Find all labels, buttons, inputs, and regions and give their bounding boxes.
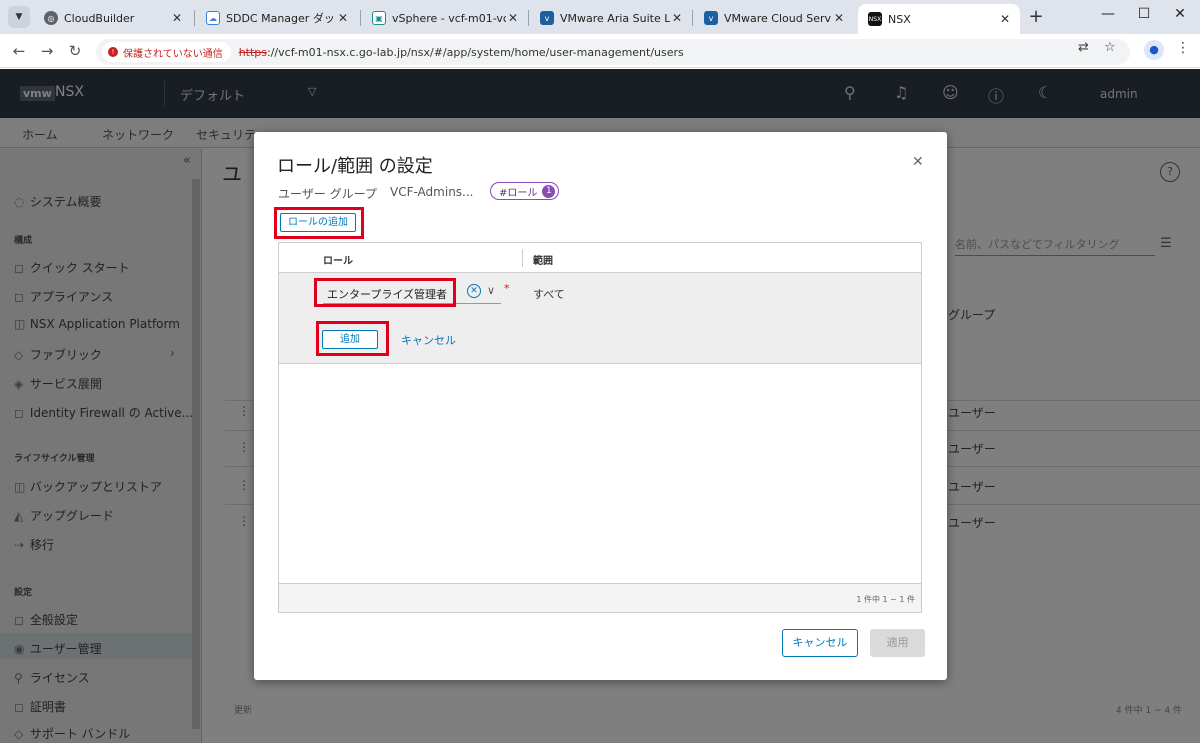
- warning-icon: !: [108, 47, 118, 57]
- window-close-icon[interactable]: ✕: [1170, 6, 1190, 22]
- bookmark-star-icon[interactable]: ☆: [1104, 40, 1116, 55]
- tab-cloudbuilder[interactable]: ◎ CloudBuilder ✕: [34, 4, 192, 32]
- row-cancel-button[interactable]: キャンセル: [401, 332, 456, 348]
- tab-title: NSX: [888, 12, 911, 26]
- tab-title: SDDC Manager ダッシュボード: [226, 12, 336, 25]
- column-divider: [522, 249, 523, 267]
- row-add-button[interactable]: 追加: [322, 330, 378, 349]
- role-select-value: エンタープライズ管理者: [327, 288, 448, 301]
- back-icon[interactable]: ←: [10, 42, 28, 60]
- browser-tabstrip: ▼ ◎ CloudBuilder ✕ ☁ SDDC Manager ダッシュボー…: [0, 0, 1200, 34]
- column-header-role: ロール: [323, 256, 353, 267]
- clear-icon[interactable]: ✕: [467, 284, 481, 298]
- role-select[interactable]: エンタープライズ管理者 ✕ ∨: [323, 282, 501, 304]
- role-scope-dialog: ロール/範囲 の設定 ✕ ユーザー グループ VCF-Admins... #ロー…: [254, 132, 947, 680]
- column-header-scope: 範囲: [533, 256, 553, 267]
- translate-icon[interactable]: ⇄: [1078, 40, 1089, 55]
- security-label: 保護されていない通信: [123, 48, 223, 60]
- scope-value: すべて: [533, 288, 565, 301]
- role-count-badge: #ロール 1: [490, 182, 560, 200]
- tab-title: vSphere - vcf-m01-vc-01.: [392, 11, 506, 25]
- tab-divider: [692, 10, 693, 26]
- apply-button[interactable]: 適用: [870, 629, 925, 657]
- url-field[interactable]: ! 保護されていない通信 https ://vcf-m01-nsx.c.go-l…: [96, 39, 1130, 65]
- cloud-icon: ☁: [206, 11, 220, 25]
- address-bar: ← → ↻ ! 保護されていない通信 https ://vcf-m01-nsx.…: [0, 34, 1200, 68]
- globe-icon: ◎: [44, 11, 58, 25]
- security-chip[interactable]: ! 保護されていない通信: [102, 42, 231, 62]
- tab-divider: [360, 10, 361, 26]
- tab-title: VMware Aria Suite Lifecycle: [560, 11, 670, 25]
- cancel-button[interactable]: キャンセル: [782, 629, 858, 657]
- vmw-icon: v: [540, 11, 554, 25]
- new-tab-icon[interactable]: +: [1026, 6, 1046, 27]
- role-badge-count: 1: [542, 184, 556, 198]
- tab-title: CloudBuilder: [64, 11, 135, 25]
- url-scheme: https: [238, 45, 268, 59]
- close-icon[interactable]: ✕: [336, 11, 350, 25]
- tab-aria-suite[interactable]: v VMware Aria Suite Lifecycle ✕: [530, 4, 692, 32]
- tab-sddc-manager[interactable]: ☁ SDDC Manager ダッシュボード ✕: [196, 4, 358, 32]
- required-indicator: *: [504, 282, 510, 295]
- close-icon[interactable]: ✕: [170, 11, 184, 25]
- minimize-icon[interactable]: —: [1098, 6, 1118, 22]
- tab-vsphere[interactable]: ▣ vSphere - vcf-m01-vc-01. ✕: [362, 4, 528, 32]
- reload-icon[interactable]: ↻: [66, 42, 84, 60]
- vsphere-icon: ▣: [372, 11, 386, 25]
- maximize-icon[interactable]: ☐: [1134, 6, 1154, 22]
- close-icon[interactable]: ✕: [832, 11, 846, 25]
- grid-header: ロール 範囲: [279, 243, 921, 273]
- nsx-icon: NSX: [868, 12, 882, 26]
- user-group-value: VCF-Admins...: [390, 185, 474, 199]
- dialog-title: ロール/範囲 の設定: [277, 156, 433, 177]
- forward-icon[interactable]: →: [38, 42, 56, 60]
- close-icon[interactable]: ✕: [670, 11, 684, 25]
- grid-footer: 1 件中 1 ~ 1 件: [279, 583, 921, 612]
- role-grid: ロール 範囲 エンタープライズ管理者 ✕ ∨ * すべて 追加 キャンセル 1 …: [278, 242, 922, 613]
- browser-menu-icon[interactable]: ⋮: [1176, 40, 1190, 56]
- tab-vmware-cloud-services[interactable]: v VMware Cloud Services ✕: [694, 4, 854, 32]
- url-path: ://vcf-m01-nsx.c.go-lab.jp/nsx/#/app/sys…: [267, 45, 684, 59]
- chevron-down-icon[interactable]: ∨: [487, 284, 495, 297]
- add-role-button[interactable]: ロールの追加: [280, 213, 356, 232]
- close-icon[interactable]: ✕: [912, 154, 924, 170]
- tab-nsx[interactable]: NSX NSX ✕: [858, 4, 1020, 34]
- tab-divider: [194, 10, 195, 26]
- close-icon[interactable]: ✕: [506, 11, 520, 25]
- tab-divider: [528, 10, 529, 26]
- grid-edit-row: エンタープライズ管理者 ✕ ∨ * すべて 追加 キャンセル: [279, 273, 921, 364]
- tab-search-icon[interactable]: ▼: [8, 6, 30, 28]
- close-icon[interactable]: ✕: [998, 12, 1012, 26]
- grid-pagination: 1 件中 1 ~ 1 件: [856, 595, 915, 604]
- role-badge-label: #ロール: [499, 187, 538, 199]
- user-group-label: ユーザー グループ: [278, 187, 377, 201]
- vmw-icon: v: [704, 11, 718, 25]
- profile-avatar-icon[interactable]: ●: [1144, 40, 1164, 60]
- tab-title: VMware Cloud Services: [724, 11, 832, 25]
